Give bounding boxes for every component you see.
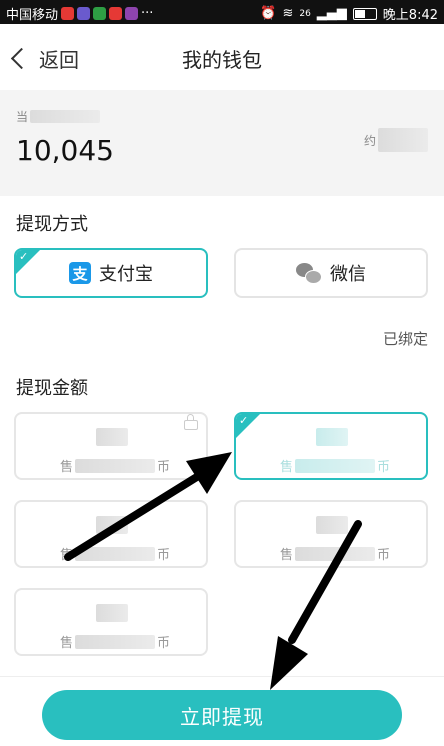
amount-price: 售 币 [280,456,390,475]
obscured-text [96,516,128,534]
obscured-text [295,458,376,473]
price-prefix: 售 [60,636,74,651]
balance-label: 当 [16,108,101,125]
approx-prefix: 约 [363,133,376,148]
balance-label-prefix: 当 [16,110,29,124]
amount-option[interactable]: 售 币 [14,412,208,480]
wifi-icon: ≋ [282,6,294,21]
annotation-arrowhead [270,636,308,690]
alarm-icon: ⏰ [260,6,277,21]
price-prefix: 售 [60,460,74,475]
wechat-label: 微信 [330,264,366,285]
obscured-text [75,546,156,561]
alipay-option[interactable]: ✓ 支 支付宝 [14,248,208,298]
notification-app-icon [125,7,139,20]
obscured-text [96,428,128,446]
obscured-text [316,428,348,446]
price-suffix: 币 [157,460,171,475]
amount-option[interactable]: 售 币 [14,500,208,568]
wechat-icon [296,262,322,284]
price-prefix: 售 [280,548,294,563]
divider [0,676,444,677]
more-notifications-icon: ··· [141,6,154,21]
nav-bar: 返回 我的钱包 [0,24,444,90]
amount-price: 售 币 [60,632,170,651]
obscured-text [30,110,101,123]
notification-app-icon [109,7,123,20]
obscured-text [75,458,156,473]
amount-option[interactable]: 售 币 [14,588,208,656]
amount-price: 售 币 [60,544,170,563]
notification-app-icon [61,7,75,20]
obscured-text [75,634,156,649]
battery-icon [352,7,377,20]
page-title: 我的钱包 [182,48,262,72]
notification-app-icon [93,7,107,20]
approx-value: 约 [364,128,428,152]
wechat-option[interactable]: 微信 [234,248,428,298]
balance-amount: 10,045 [16,134,114,167]
carrier-label: 中国移动 [6,8,59,23]
lock-icon [184,414,198,430]
obscured-text [96,604,128,622]
balance-panel: 当 10,045 约 [0,90,444,196]
price-suffix: 币 [157,636,171,651]
withdraw-now-button[interactable]: 立即提现 [42,690,402,740]
check-icon: ✓ [239,414,249,427]
withdraw-amount-title: 提现金额 [16,378,88,399]
price-prefix: 售 [60,548,74,563]
withdraw-method-title: 提现方式 [16,214,88,235]
notification-app-icon [77,7,91,20]
price-suffix: 币 [377,460,391,475]
amount-price: 售 币 [280,544,390,563]
signal-icon: ▂▄▆ [316,6,347,21]
bound-status: 已绑定 [382,330,428,348]
status-bar: 中国移动 ··· ⏰ ≋ 26 ▂▄▆ 晚上8:42 [0,0,444,24]
obscured-text [378,128,428,152]
alipay-label: 支付宝 [99,264,153,285]
obscured-text [316,516,348,534]
price-suffix: 币 [157,548,171,563]
amount-option[interactable]: ✓ 售 币 [234,412,428,480]
check-icon: ✓ [19,250,29,263]
price-suffix: 币 [377,548,391,563]
obscured-text [295,546,376,561]
amount-price: 售 币 [60,456,170,475]
price-prefix: 售 [280,460,294,475]
clock-time: 晚上8:42 [382,8,438,23]
network-type-label: 26 [299,8,311,19]
alipay-icon: 支 [69,262,91,284]
amount-option[interactable]: 售 币 [234,500,428,568]
